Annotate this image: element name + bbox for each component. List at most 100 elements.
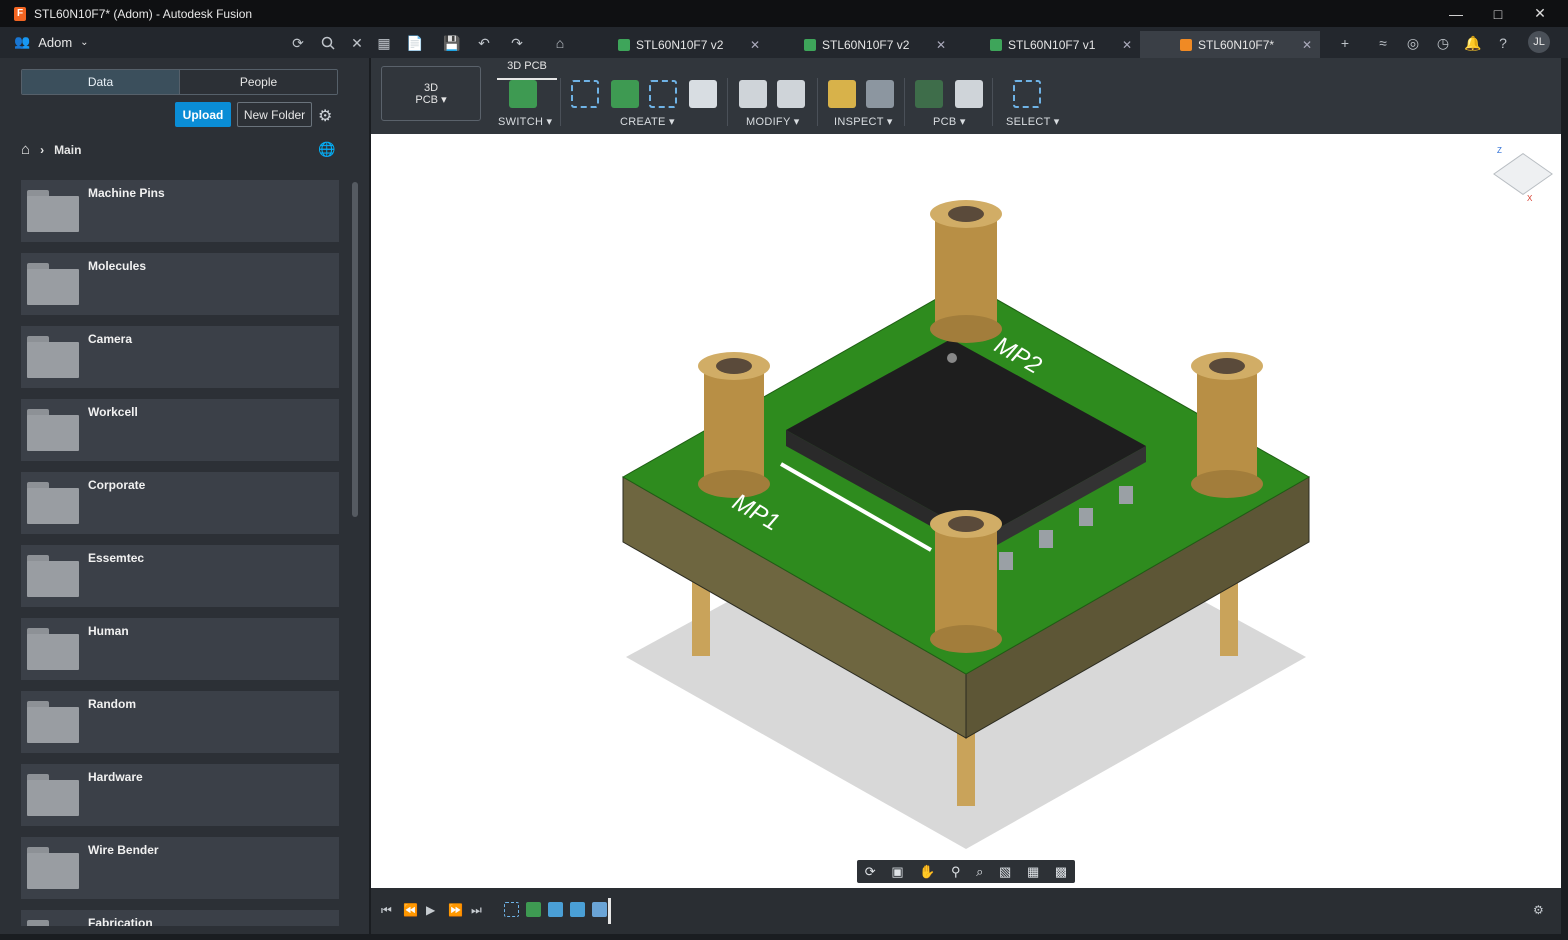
- workspace-switcher[interactable]: 3D PCB ▾: [381, 66, 481, 121]
- timeline-component-icon[interactable]: [526, 902, 541, 917]
- home-icon[interactable]: ⌂: [21, 141, 30, 158]
- document-tab-active[interactable]: STL60N10F7* ✕: [1140, 31, 1320, 58]
- timeline-feature-icon[interactable]: [570, 902, 585, 917]
- display-settings-icon[interactable]: ▧: [999, 864, 1011, 880]
- search-icon[interactable]: [318, 33, 338, 53]
- viewports-icon[interactable]: ▩: [1055, 864, 1067, 880]
- job-status-icon[interactable]: ◷: [1433, 33, 1453, 53]
- create-component-icon[interactable]: [611, 80, 639, 108]
- maximize-button[interactable]: □: [1476, 0, 1520, 27]
- pcb-doc-icon: [990, 38, 1002, 51]
- new-tab-icon[interactable]: +: [1335, 33, 1355, 53]
- move-component-icon[interactable]: [777, 80, 805, 108]
- sketch-board-icon[interactable]: [571, 80, 599, 108]
- document-tab-1[interactable]: STL60N10F7 v2 ✕: [608, 31, 768, 58]
- minimize-button[interactable]: —: [1434, 0, 1478, 27]
- list-item[interactable]: Fabrication: [21, 910, 339, 926]
- zoom-icon[interactable]: ⚲: [951, 864, 961, 880]
- close-window-button[interactable]: ✕: [1518, 0, 1562, 27]
- user-avatar[interactable]: JL: [1528, 31, 1550, 53]
- list-item[interactable]: Human: [21, 618, 339, 680]
- upload-button[interactable]: Upload: [175, 102, 231, 127]
- pcb-menu[interactable]: PCB ▾: [933, 115, 966, 128]
- 3d-viewport[interactable]: MP1 MP2 Z X: [371, 134, 1561, 888]
- modify-component-icon[interactable]: [739, 80, 767, 108]
- folder-icon: [27, 555, 79, 597]
- select-menu[interactable]: SELECT ▾: [1006, 115, 1060, 128]
- folder-name: Human: [88, 624, 129, 638]
- ribbon-divider: [904, 78, 905, 126]
- gear-icon[interactable]: ⚙: [1533, 903, 1544, 917]
- timeline-marker[interactable]: [608, 898, 611, 924]
- online-status-icon[interactable]: ◎: [1403, 33, 1423, 53]
- board-outline-icon[interactable]: [649, 80, 677, 108]
- create-menu[interactable]: CREATE ▾: [620, 115, 675, 128]
- view-cube[interactable]: Z X: [1493, 146, 1553, 203]
- ribbon-divider: [560, 78, 561, 126]
- timeline-feature-icon[interactable]: [592, 902, 607, 917]
- document-tab-3[interactable]: STL60N10F7 v1 ✕: [980, 31, 1140, 58]
- close-tab-icon[interactable]: ✕: [1122, 38, 1132, 52]
- data-tab[interactable]: Data: [22, 70, 179, 94]
- timeline-next-icon[interactable]: ⏩: [448, 903, 463, 917]
- modify-menu[interactable]: MODIFY ▾: [746, 115, 800, 128]
- people-tab[interactable]: People: [179, 70, 337, 94]
- switch-menu[interactable]: SWITCH ▾: [498, 115, 552, 128]
- timeline-sketch-icon[interactable]: [504, 902, 519, 917]
- list-item[interactable]: Wire Bender: [21, 837, 339, 899]
- close-tab-icon[interactable]: ✕: [1302, 38, 1312, 52]
- pan-hand-icon[interactable]: ✋: [919, 864, 935, 880]
- fit-icon[interactable]: ⌕: [976, 864, 983, 880]
- orbit-icon[interactable]: ⟳: [865, 864, 876, 880]
- create-3d-package-icon[interactable]: [689, 80, 717, 108]
- pcb-settings-icon[interactable]: [955, 80, 983, 108]
- list-item[interactable]: Corporate: [21, 472, 339, 534]
- switch-pcb-icon[interactable]: [509, 80, 537, 108]
- undo-icon[interactable]: ↶: [474, 33, 494, 53]
- file-menu-icon[interactable]: 📄: [405, 33, 425, 53]
- list-item[interactable]: Hardware: [21, 764, 339, 826]
- measure-icon[interactable]: [828, 80, 856, 108]
- tab-3d-pcb[interactable]: 3D PCB: [497, 60, 557, 80]
- pcb-link-icon[interactable]: [915, 80, 943, 108]
- inspect-menu[interactable]: INSPECT ▾: [834, 115, 893, 128]
- refresh-icon[interactable]: ⟳: [288, 33, 308, 53]
- close-tab-icon[interactable]: ✕: [750, 38, 760, 52]
- team-switcher[interactable]: 👥 Adom ⌄: [14, 34, 89, 50]
- new-folder-button[interactable]: New Folder: [237, 102, 312, 127]
- close-data-panel-icon[interactable]: ✕: [347, 33, 367, 53]
- document-tab-2[interactable]: STL60N10F7 v2 ✕: [794, 31, 954, 58]
- look-at-icon[interactable]: ▣: [891, 864, 903, 880]
- extensions-icon[interactable]: ≈: [1373, 33, 1393, 53]
- globe-icon[interactable]: 🌐: [318, 141, 335, 158]
- select-cursor-icon[interactable]: [1013, 80, 1041, 108]
- chevron-right-icon: ›: [40, 142, 45, 157]
- timeline-feature-icon[interactable]: [548, 902, 563, 917]
- close-tab-icon[interactable]: ✕: [936, 38, 946, 52]
- tab-label: STL60N10F7 v1: [1008, 37, 1096, 52]
- list-item[interactable]: Workcell: [21, 399, 339, 461]
- axis-z-label: Z: [1497, 146, 1502, 155]
- gear-icon[interactable]: ⚙: [318, 106, 332, 126]
- timeline-play-icon[interactable]: ▶: [426, 903, 435, 917]
- home-icon[interactable]: ⌂: [550, 33, 570, 53]
- timeline-prev-icon[interactable]: ⏪: [403, 903, 418, 917]
- folder-list-scrollbar[interactable]: [352, 182, 358, 517]
- grid-settings-icon[interactable]: ▦: [1027, 864, 1039, 880]
- section-analysis-icon[interactable]: [866, 80, 894, 108]
- list-item[interactable]: Machine Pins: [21, 180, 339, 242]
- list-item[interactable]: Molecules: [21, 253, 339, 315]
- chip-lead: [1039, 530, 1053, 548]
- breadcrumb-main[interactable]: Main: [54, 143, 81, 157]
- view-cube-face: [1493, 153, 1553, 195]
- list-item[interactable]: Random: [21, 691, 339, 753]
- redo-icon[interactable]: ↷: [507, 33, 527, 53]
- list-item[interactable]: Essemtec: [21, 545, 339, 607]
- grid-icon[interactable]: ▦: [374, 33, 394, 53]
- timeline-last-icon[interactable]: ⏭: [471, 903, 482, 918]
- notifications-icon[interactable]: 🔔: [1463, 33, 1483, 53]
- list-item[interactable]: Camera: [21, 326, 339, 388]
- help-icon[interactable]: ?: [1493, 33, 1513, 53]
- timeline-first-icon[interactable]: ⏮: [381, 903, 392, 918]
- save-icon[interactable]: 💾: [442, 33, 462, 53]
